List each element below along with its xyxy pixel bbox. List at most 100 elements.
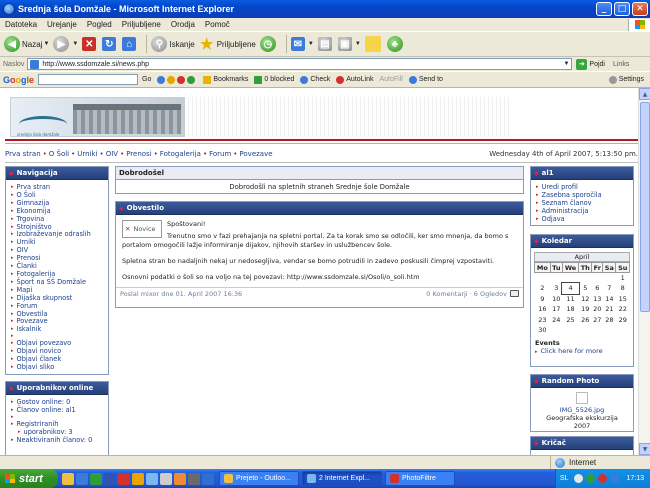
calendar-day[interactable]: 15	[616, 294, 630, 305]
calendar-day[interactable]: 16	[535, 304, 551, 315]
settings-button[interactable]: Settings	[608, 75, 644, 84]
home-button[interactable]: ⌂	[122, 37, 138, 51]
back-button[interactable]: ◀ Nazaj ▼	[4, 36, 49, 52]
search-button[interactable]: ⚲ Iskanje	[151, 36, 195, 52]
photo-filename[interactable]: IMG_5526.jpg	[535, 406, 629, 414]
calendar-day[interactable]: 17	[550, 304, 562, 315]
calendar-day[interactable]: 20	[592, 304, 603, 315]
task-photofiltre[interactable]: PhotoFiltre	[385, 471, 455, 486]
quick-launch-icon[interactable]	[90, 472, 102, 485]
calendar-day[interactable]: 11	[562, 294, 578, 305]
menu-orodja[interactable]: Orodja	[166, 20, 200, 29]
calendar-day[interactable]: 8	[616, 283, 630, 294]
tray-icon[interactable]	[574, 474, 584, 483]
topnav-povezave[interactable]: Povezave	[239, 150, 272, 160]
news-category-image[interactable]: ✕ Novice	[122, 220, 162, 238]
quick-launch-icon[interactable]	[160, 472, 172, 485]
links-button[interactable]: Links	[613, 61, 629, 68]
tray-icon[interactable]	[598, 474, 608, 483]
calendar-day[interactable]: 13	[592, 294, 603, 305]
spellcheck-button[interactable]: Check	[300, 75, 330, 84]
close-button[interactable]: ✕	[632, 2, 648, 16]
calendar-day[interactable]: 30	[535, 325, 551, 336]
calendar-day[interactable]: 26	[579, 315, 592, 326]
edit-button[interactable]: ▣ ▼	[337, 37, 361, 51]
topnav-prva-stran[interactable]: Prva stran	[5, 150, 41, 160]
menu-pogled[interactable]: Pogled	[82, 20, 117, 29]
calendar-day[interactable]: 28	[603, 315, 616, 326]
popup-blocker[interactable]: 0 blocked	[254, 75, 294, 84]
scroll-up-button[interactable]: ▲	[639, 88, 650, 100]
quick-launch-icon[interactable]	[188, 472, 200, 485]
tray-icon[interactable]	[610, 474, 620, 483]
autolink-button[interactable]: AutoLink	[336, 75, 373, 84]
events-link[interactable]: Click here for more	[535, 347, 629, 355]
favorites-button[interactable]: ★ Priljubljene	[199, 36, 256, 53]
print-button[interactable]: ▤	[317, 37, 334, 51]
quick-launch-icon[interactable]	[104, 472, 116, 485]
scroll-down-button[interactable]: ▼	[639, 443, 650, 455]
go-button[interactable]: ➜ Pojdi	[576, 58, 605, 70]
topnav-o-soli[interactable]: O Šoli	[49, 150, 69, 160]
tray-icon[interactable]	[586, 474, 596, 483]
vertical-scrollbar[interactable]: ▲ ▼	[638, 88, 650, 455]
topnav-prenosi[interactable]: Prenosi	[126, 150, 151, 160]
calendar-day[interactable]: 12	[579, 294, 592, 305]
calendar-day[interactable]: 6	[592, 283, 603, 294]
topnav-forum[interactable]: Forum	[209, 150, 231, 160]
google-quick-icons[interactable]	[157, 75, 197, 84]
calendar-day[interactable]: 9	[535, 294, 551, 305]
calendar-day[interactable]: 22	[616, 304, 630, 315]
calendar-day[interactable]: 21	[603, 304, 616, 315]
maximize-button[interactable]: □	[614, 2, 630, 16]
refresh-button[interactable]: ↻	[102, 37, 118, 51]
calendar-day[interactable]: 2	[535, 283, 551, 294]
google-go-button[interactable]: Go	[142, 76, 151, 83]
topnav-urniki[interactable]: Urniki	[77, 150, 97, 160]
calendar-day[interactable]: 7	[603, 283, 616, 294]
calendar-day[interactable]: 25	[562, 315, 578, 326]
google-search-input[interactable]	[38, 74, 139, 85]
nav-item[interactable]: Iskalnik	[11, 325, 103, 334]
calendar-day[interactable]: 24	[550, 315, 562, 326]
calendar-day[interactable]: 10	[550, 294, 562, 305]
menu-urejanje[interactable]: Urejanje	[42, 20, 82, 29]
sendto-button[interactable]: Send to	[408, 75, 443, 84]
photo-thumbnail[interactable]	[576, 392, 588, 404]
forward-button[interactable]: ▶ ▼	[53, 36, 78, 52]
menu-priljubljene[interactable]: Priljubljene	[117, 20, 166, 29]
topnav-fotogalerija[interactable]: Fotogalerija	[160, 150, 201, 160]
calendar-day[interactable]: 27	[592, 315, 603, 326]
calendar-day[interactable]: 18	[562, 304, 578, 315]
quick-launch-icon[interactable]	[76, 472, 88, 485]
calendar-day[interactable]: 1	[616, 273, 630, 284]
messenger-button[interactable]: ♣	[386, 36, 405, 52]
quick-launch-icon[interactable]	[118, 472, 130, 485]
menu-datoteka[interactable]: Datoteka	[0, 20, 42, 29]
quick-launch-icon[interactable]	[146, 472, 158, 485]
quick-launch-icon[interactable]	[174, 472, 186, 485]
nav-submit-item[interactable]: Objavi sliko	[11, 363, 103, 372]
topnav-oiv[interactable]: OIV	[106, 150, 118, 160]
quick-launch-icon[interactable]	[202, 472, 214, 485]
calendar-day[interactable]: 23	[535, 315, 551, 326]
google-logo[interactable]: Google	[3, 75, 34, 85]
task-internet-explorer[interactable]: 2 Internet Expl...	[302, 471, 382, 486]
bookmarks-button[interactable]: Bookmarks	[203, 75, 248, 84]
school-logo[interactable]: srednja šola domžale	[10, 97, 185, 137]
mail-button[interactable]: ✉ ▼	[290, 37, 314, 51]
quick-launch-icon[interactable]	[132, 472, 144, 485]
calendar-day[interactable]: 4	[561, 282, 580, 295]
calendar-day[interactable]: 19	[579, 304, 592, 315]
address-input[interactable]: http://www.ssdomzale.si/news.php ▼	[27, 58, 573, 70]
news-stats[interactable]: 0 Komentarji · 6 Ogledov	[426, 290, 507, 298]
calendar-day[interactable]: 14	[603, 294, 616, 305]
calendar-day[interactable]: 5	[579, 283, 592, 294]
autofill-button[interactable]: AutoFill	[379, 76, 402, 83]
scroll-thumb[interactable]	[640, 102, 650, 312]
stop-button[interactable]: ✕	[82, 37, 98, 51]
language-indicator[interactable]: SL	[560, 475, 569, 482]
menu-pomoc[interactable]: Pomoč	[200, 20, 235, 29]
minimize-button[interactable]: _	[596, 2, 612, 16]
forward-dropdown-icon[interactable]: ▼	[72, 41, 78, 47]
